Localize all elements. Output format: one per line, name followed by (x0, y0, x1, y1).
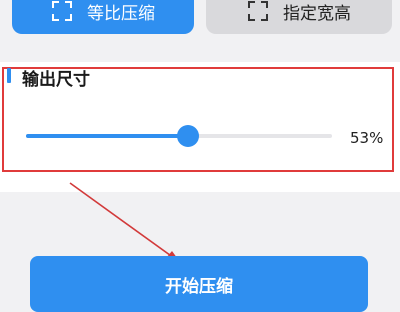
annotation-arrow (69, 182, 180, 262)
start-compress-label: 开始压缩 (165, 277, 233, 297)
start-compress-button[interactable]: 开始压缩 (30, 256, 368, 312)
